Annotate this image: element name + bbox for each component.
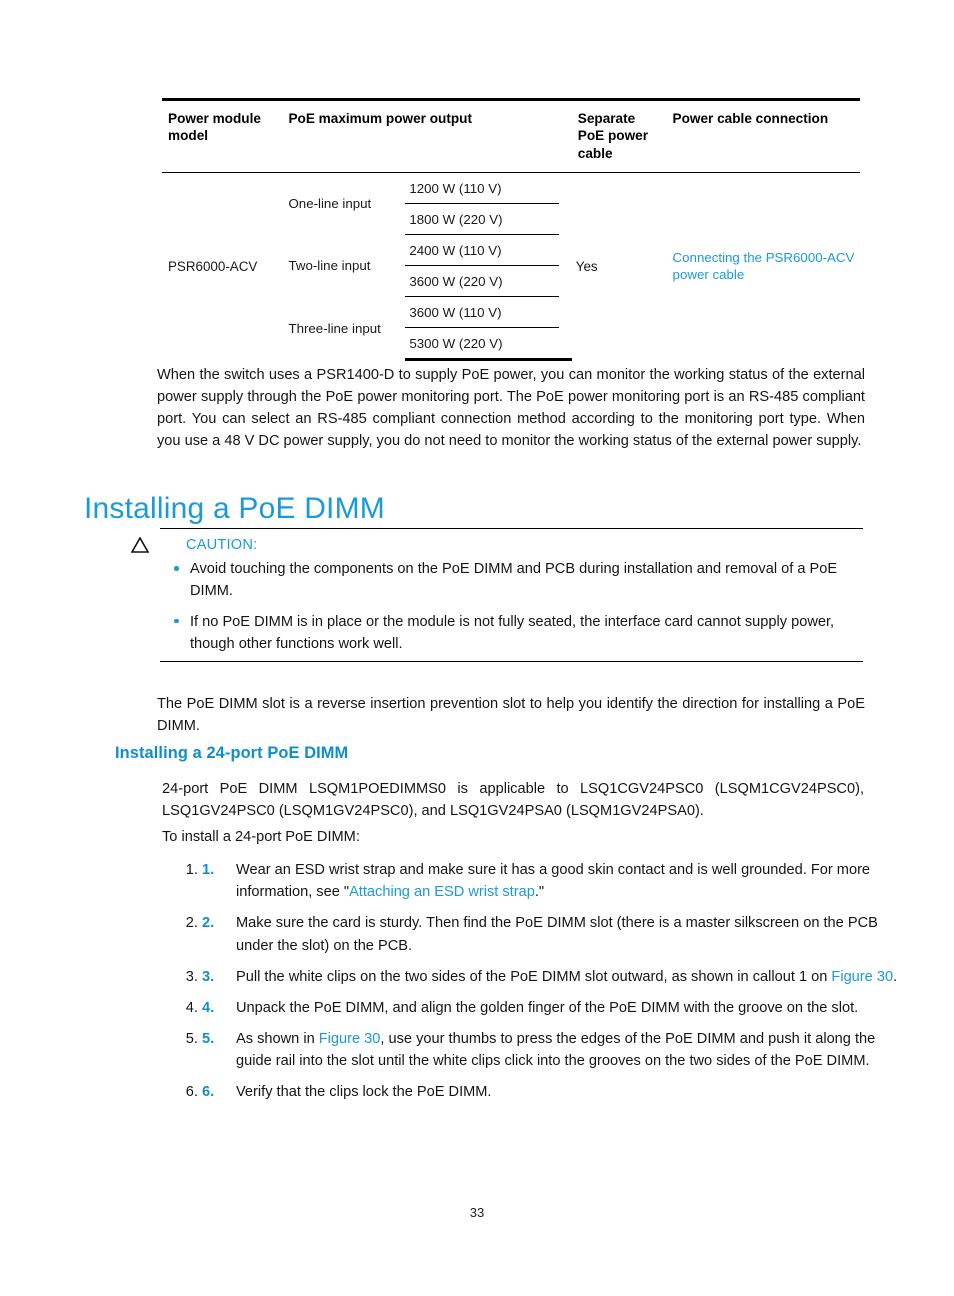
bullet-dot-icon — [174, 566, 179, 571]
step-text: Wear an ESD wrist strap and make sure it… — [236, 862, 871, 901]
cell-spacer — [559, 297, 572, 328]
table-row: PSR6000-ACV One-line input 1200 W (110 V… — [162, 172, 860, 282]
list-item: Avoid touching the components on the PoE… — [174, 559, 863, 603]
step-number: 4. — [202, 999, 215, 1016]
cell-value-2-0: 3600 W (110 V) — [405, 296, 559, 329]
cell-group-label-0: One-line input — [288, 196, 372, 212]
step-item: 6. Verify that the clips lock the PoE DIM… — [202, 1081, 904, 1103]
step-text: Pull the white clips on the two sides of… — [236, 968, 898, 985]
step-text: Verify that the clips lock the PoE DIMM. — [236, 1084, 492, 1101]
caution-label: CAUTION: — [186, 537, 258, 553]
cell-value-0-1: 1800 W (220 V) — [405, 203, 559, 236]
list-item: If no PoE DIMM is in place or the module… — [174, 612, 863, 656]
cell-value-1-1: 3600 W (220 V) — [405, 265, 559, 298]
cross-reference-link[interactable]: Attaching an ESD wrist strap — [349, 884, 535, 900]
power-spec-table-wrapper: Power module model PoE maximum power out… — [162, 98, 860, 362]
cell-value-2-1: 5300 W (220 V) — [405, 327, 559, 362]
step-text: Unpack the PoE DIMM, and align the golde… — [236, 999, 859, 1016]
caution-item-text: If no PoE DIMM is in place or the module… — [190, 613, 835, 652]
table-body: PSR6000-ACV One-line input 1200 W (110 V… — [162, 172, 860, 362]
cell-value-1-0: 2400 W (110 V) — [405, 234, 559, 267]
caution-block: CAUTION: Avoid touching the components o… — [130, 528, 863, 662]
cell-model: PSR6000-ACV — [168, 258, 258, 274]
column-header-output: PoE maximum power output — [288, 111, 472, 126]
step-number: 1. — [202, 862, 215, 878]
step-item: 1. Wear an ESD wrist strap and make sure … — [202, 859, 904, 903]
cell-group-label-2: Three-line input — [288, 320, 381, 336]
step-number: 6. — [202, 1084, 215, 1101]
step-item: 5. As shown in Figure 30, use your thumbs… — [202, 1028, 904, 1072]
document-page: Power module model PoE maximum power out… — [0, 0, 954, 1296]
power-spec-table: Power module model PoE maximum power out… — [162, 98, 860, 362]
cell-group-label-1: Two-line input — [288, 258, 371, 274]
step-item: 4. Unpack the PoE DIMM, and align the gol… — [202, 997, 904, 1019]
table-header: Power module model PoE maximum power out… — [162, 99, 860, 173]
intro-paragraph: When the switch uses a PSR1400-D to supp… — [157, 366, 865, 450]
to-install-paragraph: To install a 24-port PoE DIMM: — [162, 828, 360, 845]
cross-reference-link[interactable]: Figure 30 — [319, 1031, 381, 1047]
caution-list: Avoid touching the components on the PoE… — [160, 559, 863, 656]
bullet-dot-icon — [174, 618, 179, 624]
cross-reference-link[interactable]: Figure 30 — [831, 969, 893, 985]
slot-paragraph: The PoE DIMM slot is a reverse insertion… — [157, 695, 865, 734]
cell-spacer — [559, 235, 572, 266]
step-item: 3. Pull the white clips on the two sides … — [202, 966, 904, 988]
step-item: 2. Make sure the card is sturdy. Then fin… — [202, 912, 904, 956]
caution-item-text: Avoid touching the components on the PoE… — [190, 561, 838, 599]
step-number: 5. — [202, 1031, 215, 1048]
column-header-connection: Power cable connection — [672, 111, 829, 126]
column-header-model: Power module model — [168, 111, 261, 144]
caution-bottom-rule — [160, 660, 863, 662]
install-steps-list: 1. Wear an ESD wrist strap and make sure … — [162, 859, 904, 1113]
cell-spacer — [559, 266, 572, 297]
page-number: 33 — [469, 1205, 485, 1220]
cell-value-0-0: 1200 W (110 V) — [405, 172, 559, 205]
step-text: As shown in Figure 30, use your thumbs t… — [236, 1031, 876, 1070]
section-title: Installing a 24-port PoE DIMM — [115, 743, 349, 762]
step-number: 3. — [202, 968, 215, 985]
cell-spacer — [559, 204, 572, 235]
applicability-paragraph: 24-port PoE DIMM LSQM1POEDIMMS0 is appli… — [162, 780, 864, 819]
warning-triangle-icon — [130, 536, 150, 553]
cell-connection-link: Connecting the PSR6000-ACV power cable — [667, 173, 860, 360]
step-text: Make sure the card is sturdy. Then find … — [236, 915, 878, 954]
cell-separate-cable: Yes — [575, 258, 598, 274]
cell-spacer — [559, 173, 572, 204]
column-header-separate-cable: Separate PoE power cable — [577, 111, 649, 161]
caution-header: CAUTION: — [130, 529, 863, 553]
page-title: Installing a PoE DIMM — [84, 492, 385, 526]
connection-link[interactable]: Connecting the PSR6000-ACV power cable — [673, 250, 855, 282]
step-number: 2. — [202, 915, 215, 932]
cell-spacer — [558, 327, 572, 362]
table-header-row: Power module model PoE maximum power out… — [162, 99, 860, 173]
